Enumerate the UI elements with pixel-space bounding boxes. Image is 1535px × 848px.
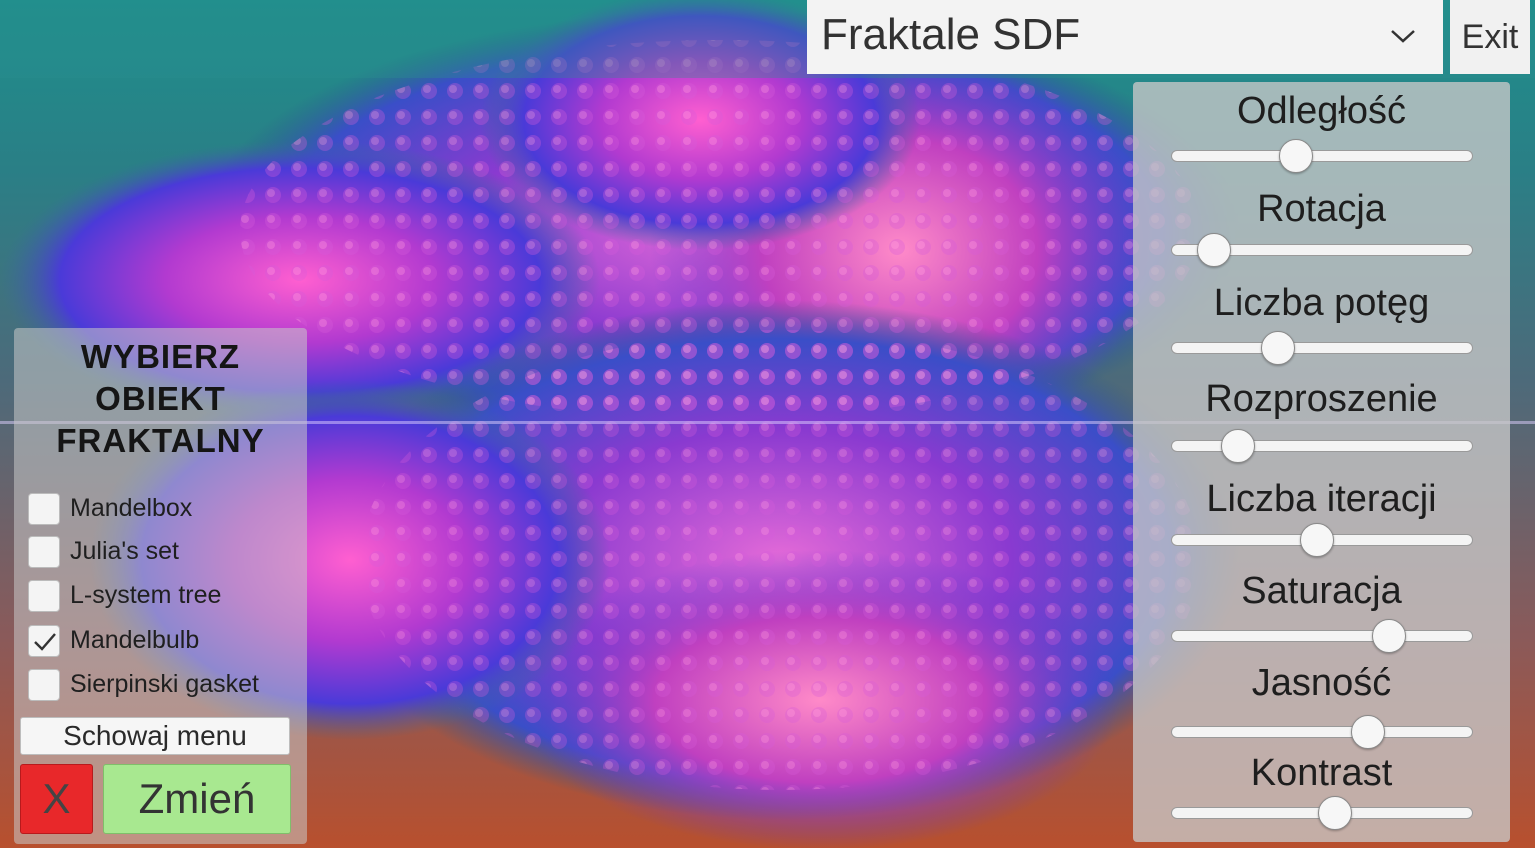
fractal-option[interactable]: Mandelbulb xyxy=(28,625,293,657)
checkbox[interactable] xyxy=(28,625,60,657)
fractal-category-dropdown[interactable]: Fraktale SDF xyxy=(807,0,1443,74)
slider-track[interactable] xyxy=(1171,139,1473,173)
slider-track[interactable] xyxy=(1171,715,1473,749)
dropdown-selected-value: Fraktale SDF xyxy=(821,10,1081,59)
slider-track[interactable] xyxy=(1171,523,1473,557)
option-label: Julia's set xyxy=(70,537,179,565)
slider-handle[interactable] xyxy=(1260,331,1295,365)
hide-menu-button[interactable]: Schowaj menu xyxy=(20,717,290,755)
chevron-down-icon xyxy=(1391,30,1415,43)
slider-handle[interactable] xyxy=(1318,796,1353,830)
option-label: L-system tree xyxy=(70,581,222,609)
slider-handle[interactable] xyxy=(1372,619,1407,653)
slider-label: Liczba potęg xyxy=(1213,282,1430,324)
slider-label: Rotacja xyxy=(1257,188,1386,230)
checkmark-icon xyxy=(34,633,56,651)
fractal-object-panel: WYBIERZ OBIEKT FRAKTALNY Mandelbox Julia's … xyxy=(14,328,307,844)
fractal-option[interactable]: L-system tree xyxy=(28,580,293,612)
slider-label: Odległość xyxy=(1237,90,1406,132)
slider-handle[interactable] xyxy=(1221,429,1256,463)
slider-label: Rozproszenie xyxy=(1205,378,1438,420)
checkbox[interactable] xyxy=(28,536,60,568)
fractal-option[interactable]: Mandelbox xyxy=(28,493,293,525)
panel-title: WYBIERZ OBIEKT FRAKTALNY xyxy=(14,336,307,462)
fractal-option[interactable]: Sierpinski gasket xyxy=(28,669,293,701)
slider-handle[interactable] xyxy=(1197,233,1232,267)
slider-track[interactable] xyxy=(1171,429,1473,463)
fractal-option[interactable]: Julia's set xyxy=(28,536,293,568)
cancel-button[interactable]: X xyxy=(20,764,93,834)
slider-track[interactable] xyxy=(1171,796,1473,830)
slider-handle[interactable] xyxy=(1278,139,1313,173)
panel-title-line: OBIEKT xyxy=(95,380,226,417)
option-label: Mandelbulb xyxy=(70,626,200,654)
checkbox[interactable] xyxy=(28,493,60,525)
slider-label: Liczba iteracji xyxy=(1206,478,1437,520)
checkbox[interactable] xyxy=(28,580,60,612)
panel-title-line: WYBIERZ xyxy=(80,338,241,375)
checkbox[interactable] xyxy=(28,669,60,701)
slider-handle[interactable] xyxy=(1299,523,1334,557)
option-label: Mandelbox xyxy=(70,494,193,522)
panel-title-line: FRAKTALNY xyxy=(56,422,265,459)
slider-label: Kontrast xyxy=(1250,752,1393,794)
slider-handle[interactable] xyxy=(1351,715,1386,749)
slider-track[interactable] xyxy=(1171,619,1473,653)
exit-button[interactable]: Exit xyxy=(1450,0,1530,74)
slider-label: Saturacja xyxy=(1241,570,1402,612)
option-label: Sierpinski gasket xyxy=(70,670,259,698)
slider-label: Jasność xyxy=(1251,662,1392,704)
slider-track[interactable] xyxy=(1171,233,1473,267)
slider-track[interactable] xyxy=(1171,331,1473,365)
change-button[interactable]: Zmień xyxy=(103,764,291,834)
parameters-panel: Odległość Rotacja Liczba potęg Rozproszenie… xyxy=(1133,82,1510,842)
